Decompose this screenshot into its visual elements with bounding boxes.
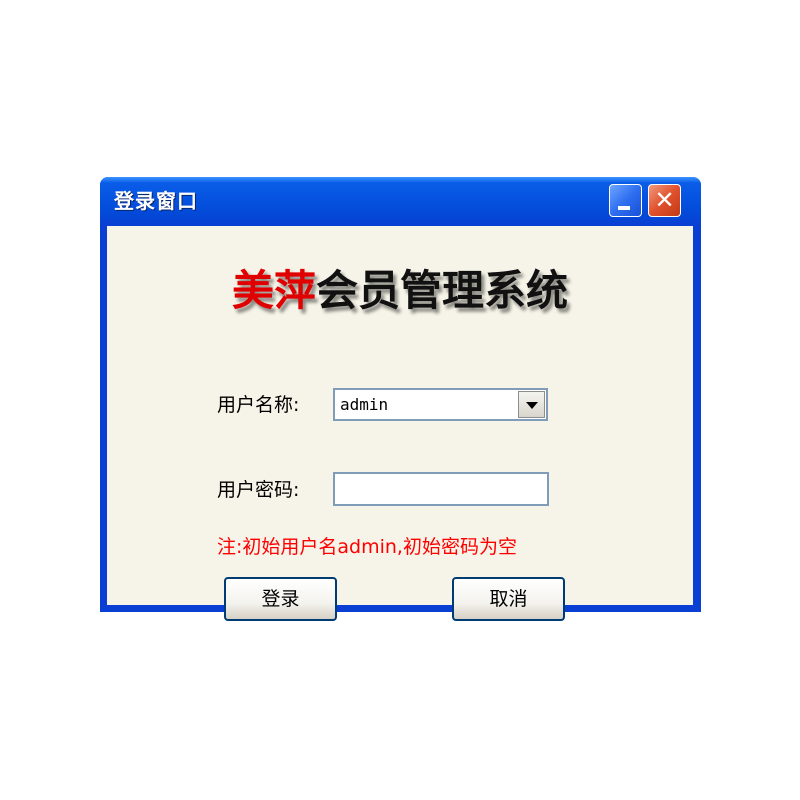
window-title: 登录窗口 bbox=[114, 189, 198, 213]
login-button[interactable]: 登录 bbox=[224, 577, 337, 621]
minimize-button[interactable] bbox=[609, 184, 642, 217]
username-combobox[interactable]: admin bbox=[333, 388, 548, 421]
cancel-button[interactable]: 取消 bbox=[452, 577, 565, 621]
username-value: admin bbox=[340, 395, 389, 414]
login-window: 登录窗口 ✕ 美萍会员管理系统 用户名称: admin 用户密码: 注:初始用户… bbox=[100, 177, 701, 621]
title-bar[interactable]: 登录窗口 ✕ bbox=[100, 177, 701, 226]
window-client-area: 美萍会员管理系统 用户名称: admin 用户密码: 注:初始用户名admin,… bbox=[107, 226, 693, 621]
close-icon: ✕ bbox=[654, 186, 675, 214]
app-title: 美萍会员管理系统 bbox=[107, 266, 693, 316]
username-dropdown-button[interactable] bbox=[518, 391, 545, 418]
chevron-down-icon bbox=[526, 402, 538, 409]
hint-note: 注:初始用户名admin,初始密码为空 bbox=[217, 536, 517, 558]
username-label: 用户名称: bbox=[217, 394, 300, 416]
app-title-system: 会员管理系统 bbox=[316, 266, 569, 315]
close-button[interactable]: ✕ bbox=[648, 184, 681, 217]
password-field[interactable] bbox=[333, 472, 549, 506]
minimize-icon bbox=[618, 206, 630, 210]
password-label: 用户密码: bbox=[217, 479, 300, 501]
app-title-brand: 美萍 bbox=[231, 266, 316, 315]
